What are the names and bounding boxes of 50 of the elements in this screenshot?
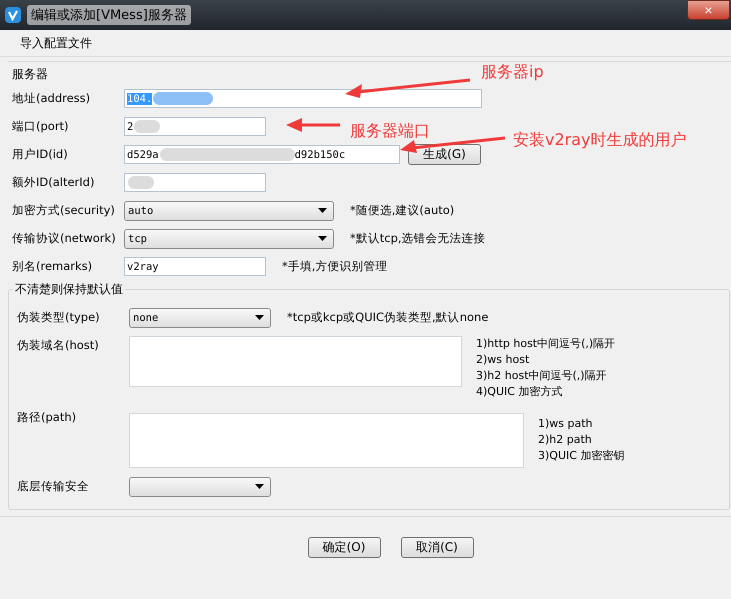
group-title: 不清楚则保持默认值 [13,281,125,297]
hint-text: 3)h2 host中间逗号(,)隔开 [476,368,608,384]
blur-patch [153,92,214,105]
dropdown-caret-icon [318,208,327,213]
hint-text: 4)QUIC 加密方式 [476,384,564,400]
field-label: 用户ID(id) [12,147,69,162]
hint-text: 3)QUIC 加密密钥 [538,448,624,464]
field-label: 别名(remarks) [12,259,94,274]
text-area[interactable] [129,413,524,468]
input-field[interactable] [124,173,266,192]
field-label: 传输协议(network) [12,231,117,246]
text-area[interactable] [129,336,462,387]
dropdown[interactable]: auto [124,200,334,220]
hint-text: *tcp或kcp或QUIC伪装类型,默认none [287,310,488,325]
app-logo-icon [5,7,21,23]
hint-text: *随便选,建议(auto) [350,203,454,218]
dialog-button[interactable]: 取消(C) [400,537,474,558]
input-field[interactable]: v2ray [124,257,266,276]
dropdown[interactable]: none [129,308,271,328]
blur-patch [134,120,160,133]
dialog-button[interactable]: 确定(O) [308,537,380,558]
menu-item[interactable]: 导入配置文件 [20,34,92,52]
field-label: 端口(port) [12,119,70,134]
field-label: 加密方式(security) [12,203,116,218]
hint-text: *手填,方便识别管理 [282,259,388,274]
dropdown-caret-icon [318,236,327,241]
dropdown-caret-icon [255,315,264,320]
hint-text: 1)ws path [538,416,594,432]
hint-text: *默认tcp,选错会无法连接 [350,231,486,246]
window-title: 编辑或添加[VMess]服务器 [27,5,191,25]
field-label: 伪装类型(type) [17,310,101,325]
blur-patch [128,176,154,189]
input-field[interactable]: 2 [124,117,266,136]
input-field[interactable]: d529a d92b150c [124,145,400,164]
hint-text: 2)ws host [476,352,530,368]
hint-text: 1)http host中间逗号(,)隔开 [476,336,616,352]
field-label: 地址(address) [12,91,92,106]
group-title: 服务器 [12,66,48,82]
annotation-arrow [286,118,340,132]
field-label: 路径(path) [17,409,78,425]
annotation-text: 服务器端口 [350,121,430,142]
field-label: 底层传输安全 [17,479,90,494]
field-label: 额外ID(alterId) [12,175,96,190]
dropdown[interactable]: tcp [124,228,334,248]
dropdown-caret-icon [255,484,264,489]
annotation-text: 服务器ip [481,62,544,83]
annotation-text: 安装v2ray时生成的用户 [513,130,686,151]
dropdown[interactable] [129,476,271,496]
field-label: 伪装域名(host) [17,337,100,353]
hint-text: 2)h2 path [538,432,593,448]
